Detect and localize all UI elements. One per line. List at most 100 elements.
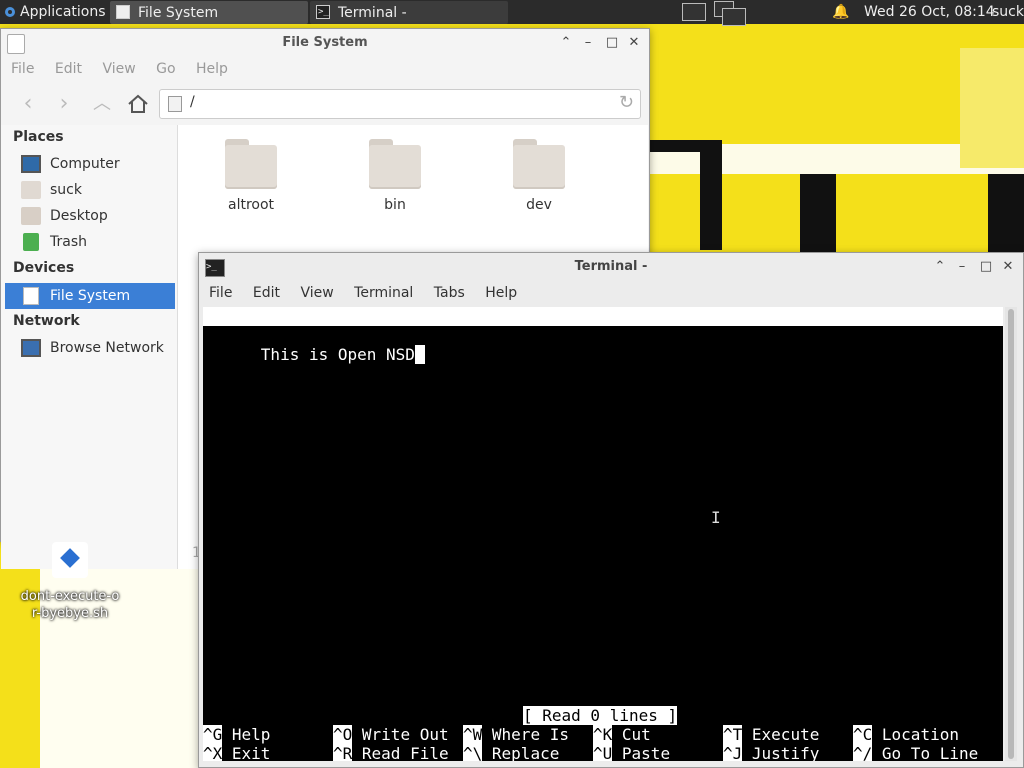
shortcut-cut[interactable]: ^K Cut bbox=[593, 725, 651, 744]
location-path: / bbox=[190, 94, 195, 110]
close-button[interactable]: ✕ bbox=[623, 29, 645, 57]
sidebar-item-file-system[interactable]: File System bbox=[5, 283, 175, 309]
terminal-scrollbar[interactable] bbox=[1005, 307, 1017, 761]
minimize-button[interactable]: – bbox=[951, 253, 973, 281]
maximize-button[interactable]: □ bbox=[601, 29, 623, 57]
menu-edit[interactable]: Edit bbox=[243, 281, 286, 305]
shortcut-label: Location bbox=[881, 725, 959, 744]
workspace-2-button[interactable] bbox=[714, 1, 746, 26]
shortcut-help[interactable]: ^G Help bbox=[203, 725, 270, 744]
shade-button[interactable]: ⌃ bbox=[555, 29, 577, 57]
wallpaper-shape bbox=[700, 140, 722, 250]
shortcut-read-file[interactable]: ^R Read File bbox=[333, 744, 449, 761]
sidebar-item-desktop[interactable]: Desktop bbox=[5, 203, 175, 229]
places-header: Places bbox=[13, 129, 64, 145]
sidebar-item-label: Browse Network bbox=[50, 340, 164, 356]
menu-help[interactable]: Help bbox=[475, 281, 523, 305]
desktop-file-label: dont-execute-or-byebye.sh bbox=[20, 589, 120, 621]
applications-menu-button[interactable]: Applications ⋮ bbox=[0, 0, 124, 24]
text-cursor bbox=[414, 345, 425, 364]
nano-content: This is Open NSD bbox=[260, 345, 415, 364]
drive-icon bbox=[23, 287, 39, 305]
menu-tabs[interactable]: Tabs bbox=[424, 281, 471, 305]
minimize-button[interactable]: – bbox=[577, 29, 599, 57]
shortcut-location[interactable]: ^C Location bbox=[853, 725, 959, 744]
task-terminal[interactable]: Terminal - bbox=[310, 0, 508, 24]
shortcut-label: Read File bbox=[361, 744, 449, 761]
folder-altroot[interactable]: altroot bbox=[196, 139, 306, 213]
sidebar: Places Computer suck Desktop Trash Devic… bbox=[1, 125, 178, 569]
up-arrow-icon[interactable]: ︿ bbox=[89, 91, 115, 117]
menu-file[interactable]: File bbox=[1, 57, 40, 81]
file-manager-toolbar: ‹ › ︿ / ↻ bbox=[1, 83, 649, 125]
shortcut-replace[interactable]: ^\ Replace bbox=[463, 744, 559, 761]
notification-bell-icon[interactable]: 🔔 bbox=[832, 0, 850, 24]
task-file-system[interactable]: File System bbox=[110, 1, 308, 24]
menu-go[interactable]: Go bbox=[146, 57, 181, 81]
file-manager-titlebar[interactable]: File System ⌃ – □ ✕ bbox=[1, 29, 649, 57]
shortcut-paste[interactable]: ^U Paste bbox=[593, 744, 670, 761]
terminal-titlebar[interactable]: >_ Terminal - ⌃ – □ ✕ bbox=[199, 253, 1023, 281]
drive-icon bbox=[168, 96, 182, 112]
shortcut-execute[interactable]: ^T Execute bbox=[723, 725, 819, 744]
home-folder-icon bbox=[21, 181, 41, 199]
shortcut-label: Where Is bbox=[491, 725, 569, 744]
shortcut-key: ^U bbox=[593, 744, 613, 761]
location-bar[interactable]: / ↻ bbox=[159, 89, 641, 119]
shortcut-label: Help bbox=[231, 725, 271, 744]
task-label: Terminal - bbox=[338, 5, 407, 21]
shortcut-write-out[interactable]: ^O Write Out bbox=[333, 725, 449, 744]
sidebar-item-computer[interactable]: Computer bbox=[5, 151, 175, 177]
shortcut-label: Replace bbox=[491, 744, 560, 761]
shortcut-key: ^W bbox=[463, 725, 483, 744]
menu-edit[interactable]: Edit bbox=[45, 57, 88, 81]
shortcut-label: Execute bbox=[751, 725, 820, 744]
wallpaper-shape bbox=[960, 48, 1024, 168]
folder-icon bbox=[369, 139, 421, 189]
folder-bin[interactable]: bin bbox=[340, 139, 450, 213]
shortcut-label: Justify bbox=[751, 744, 820, 761]
terminal-screen[interactable]: GNU nano 6.2 ThisIsOpenBSDTM.txt Modifie… bbox=[203, 307, 1003, 761]
menu-view[interactable]: View bbox=[290, 281, 339, 305]
sidebar-item-label: Desktop bbox=[50, 208, 108, 224]
back-arrow-icon[interactable]: ‹ bbox=[15, 91, 41, 117]
user-menu[interactable]: suck bbox=[992, 0, 1024, 24]
wallpaper-shape bbox=[800, 174, 836, 254]
forward-arrow-icon[interactable]: › bbox=[51, 91, 77, 117]
workspace-window-icon bbox=[682, 3, 706, 21]
wallpaper-shape bbox=[988, 174, 1024, 254]
menu-view[interactable]: View bbox=[92, 57, 141, 81]
xfce-logo-icon bbox=[5, 7, 15, 17]
workspace-1-button[interactable] bbox=[680, 1, 708, 23]
nano-filename: ThisIsOpenBSDTM.txt bbox=[523, 345, 707, 364]
shortcut-key: ^\ bbox=[463, 744, 483, 761]
shortcut-justify[interactable]: ^J Justify bbox=[723, 744, 819, 761]
close-button[interactable]: ✕ bbox=[997, 253, 1019, 281]
menu-terminal[interactable]: Terminal bbox=[344, 281, 419, 305]
menu-help[interactable]: Help bbox=[186, 57, 234, 81]
sidebar-item-browse-network[interactable]: Browse Network bbox=[5, 335, 175, 361]
ibeam-cursor-icon: I bbox=[711, 508, 721, 527]
applications-label: Applications bbox=[20, 4, 106, 20]
folder-dev[interactable]: dev bbox=[484, 139, 594, 213]
home-icon[interactable] bbox=[125, 91, 151, 117]
nano-text-line[interactable]: This is Open NSD bbox=[203, 326, 425, 364]
trash-icon bbox=[23, 233, 39, 251]
shortcut-where-is[interactable]: ^W Where Is bbox=[463, 725, 569, 744]
clock[interactable]: Wed 26 Oct, 08:14 bbox=[864, 0, 995, 24]
desktop-file-icon[interactable]: dont-execute-or-byebye.sh bbox=[20, 542, 120, 622]
menu-file[interactable]: File bbox=[199, 281, 238, 305]
window-title: Terminal - bbox=[574, 259, 648, 274]
terminal-icon: >_ bbox=[205, 259, 225, 277]
shade-button[interactable]: ⌃ bbox=[929, 253, 951, 281]
maximize-button[interactable]: □ bbox=[975, 253, 997, 281]
terminal-icon bbox=[316, 0, 330, 24]
shortcut-go-to-line[interactable]: ^/ Go To Line bbox=[853, 744, 978, 761]
scrollbar-thumb[interactable] bbox=[1008, 309, 1014, 759]
reload-icon[interactable]: ↻ bbox=[619, 92, 634, 113]
shortcut-key: ^O bbox=[333, 725, 353, 744]
shortcut-label: Go To Line bbox=[881, 744, 979, 761]
shortcut-exit[interactable]: ^X Exit bbox=[203, 744, 270, 761]
sidebar-item-trash[interactable]: Trash bbox=[5, 229, 175, 255]
sidebar-item-suck[interactable]: suck bbox=[5, 177, 175, 203]
